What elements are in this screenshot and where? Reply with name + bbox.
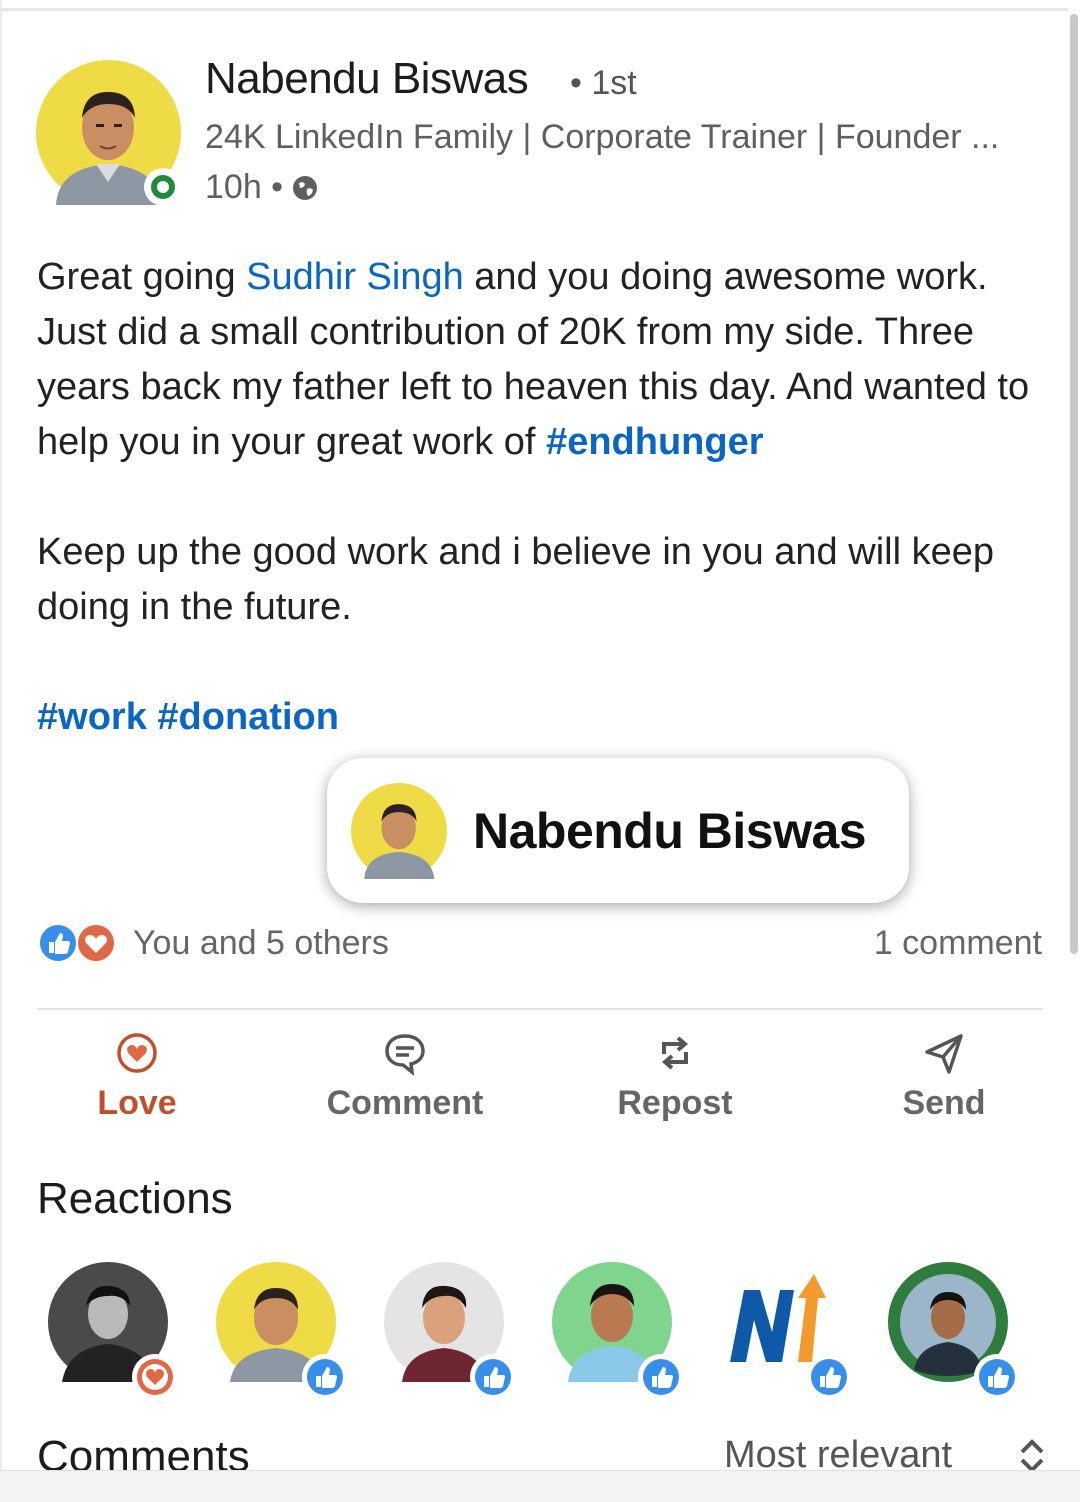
bottom-edge-bar [0, 1470, 1080, 1502]
hashtag-link[interactable]: #endhunger [546, 421, 763, 463]
comment-label: Comment [326, 1084, 484, 1122]
post-time-row: 10h • [205, 168, 319, 207]
like-badge [302, 1354, 348, 1400]
author-name-popup[interactable]: Nabendu Biswas [327, 758, 909, 903]
left-edge [0, 0, 2, 1502]
comment-icon [385, 1034, 425, 1076]
online-status-indicator [144, 168, 182, 206]
like-icon [811, 1359, 847, 1395]
like-icon [475, 1359, 511, 1395]
repost-label: Repost [617, 1084, 733, 1122]
popup-name: Nabendu Biswas [473, 802, 867, 859]
repost-icon [661, 1036, 689, 1070]
top-divider [0, 8, 1068, 11]
reaction-icons[interactable] [38, 922, 120, 964]
heart-icon [137, 1359, 173, 1395]
like-badge [470, 1354, 516, 1400]
love-button[interactable]: Love [27, 1030, 247, 1123]
mention-link[interactable]: Sudhir Singh [246, 256, 464, 298]
author-name[interactable]: Nabendu Biswas [205, 54, 529, 104]
comment-button[interactable]: Comment [295, 1030, 515, 1123]
post-paragraph-2: Keep up the good work and i believe in y… [37, 531, 994, 628]
like-badge [806, 1354, 852, 1400]
send-button[interactable]: Send [834, 1030, 1054, 1123]
globe-icon [293, 175, 318, 200]
like-icon [307, 1359, 343, 1395]
post-text: Great going [37, 256, 247, 298]
connection-degree: • 1st [570, 64, 637, 102]
author-headline: 24K LinkedIn Family | Corporate Trainer … [205, 118, 1000, 156]
hashtags-line[interactable]: #work #donation [37, 690, 1037, 745]
like-badge [638, 1354, 684, 1400]
popup-avatar [351, 782, 447, 879]
actions-divider [37, 1008, 1043, 1010]
post-time: 10h • [205, 168, 284, 206]
post-body: Great going Sudhir Singh and you doing a… [37, 250, 1037, 745]
like-icon [643, 1359, 679, 1395]
sort-dropdown[interactable]: Most relevant [724, 1434, 952, 1470]
comment-count[interactable]: 1 comment [874, 924, 1042, 963]
send-label: Send [902, 1084, 986, 1122]
sort-chevron-icon[interactable] [1012, 1434, 1052, 1470]
send-icon [925, 1034, 963, 1074]
reaction-summary[interactable]: You and 5 others [133, 924, 389, 963]
heart-icon [117, 1033, 157, 1073]
reactions-title: Reactions [37, 1174, 233, 1223]
scrollbar[interactable] [1070, 14, 1078, 954]
like-icon [979, 1359, 1015, 1395]
like-badge [974, 1354, 1020, 1400]
love-label: Love [97, 1084, 177, 1122]
post-paragraph-1: Great going Sudhir Singh and you doing a… [37, 250, 1037, 470]
repost-button[interactable]: Repost [565, 1030, 785, 1123]
comments-title: Comments [37, 1432, 250, 1470]
love-badge [132, 1354, 178, 1400]
